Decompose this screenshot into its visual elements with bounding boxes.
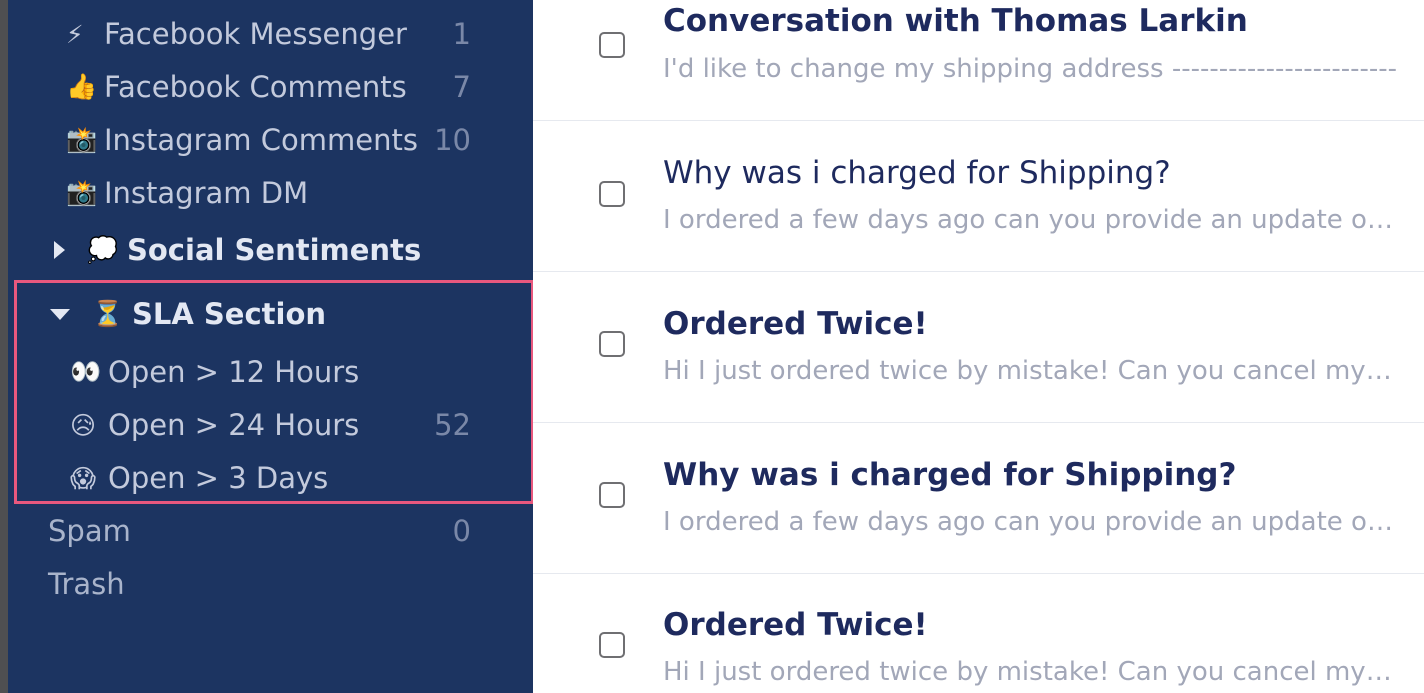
conversation-title: Why was i charged for Shipping? [663, 457, 1237, 493]
eyes-icon: 👀 [70, 357, 102, 386]
sidebar-item-count: 10 [434, 123, 471, 157]
sidebar-item-label: Facebook Messenger [104, 17, 407, 51]
camera-flash-icon: 📸 [66, 125, 98, 154]
conversation-title: Why was i charged for Shipping? [663, 155, 1171, 191]
conversation-preview: I ordered a few days ago can you provide… [663, 507, 1398, 537]
sidebar-item-trash[interactable]: Trash [48, 562, 125, 606]
sidebar-item-count: 0 [452, 514, 471, 548]
conversation-checkbox[interactable] [599, 632, 625, 658]
conversation-checkbox[interactable] [599, 482, 625, 508]
group-label: Social Sentiments [127, 233, 422, 267]
group-sla-section[interactable]: ⏳ SLA Section [50, 291, 326, 337]
conversation-row[interactable]: Why was i charged for Shipping? I ordere… [533, 423, 1424, 574]
conversation-preview: Hi I just ordered twice by mistake! Can … [663, 356, 1398, 386]
conversation-title: Ordered Twice! [663, 607, 928, 643]
conversation-preview: I'd like to change my shipping address -… [663, 54, 1398, 84]
sidebar-item-label: Open > 12 Hours [108, 355, 360, 389]
sidebar-item-facebook-comments[interactable]: 👍 Facebook Comments [66, 65, 407, 109]
sidebar-item-open-24-hours[interactable]: 😥 Open > 24 Hours [70, 403, 359, 447]
thought-bubble-icon: 💭 [87, 235, 119, 264]
sidebar-item-label: Instagram Comments [104, 123, 418, 157]
conversation-row[interactable]: Ordered Twice! Hi I just ordered twice b… [533, 573, 1424, 693]
thumbs-up-icon: 👍 [66, 72, 98, 101]
sidebar-item-label: Trash [48, 567, 125, 601]
sidebar-item-label: Open > 24 Hours [108, 408, 360, 442]
sidebar-item-instagram-dm[interactable]: 📸 Instagram DM [66, 171, 308, 215]
sidebar-item-label: Facebook Comments [104, 70, 407, 104]
conversation-preview: I ordered a few days ago can you provide… [663, 205, 1398, 235]
sidebar-item-count: 7 [452, 70, 471, 104]
conversation-row[interactable]: Ordered Twice! Hi I just ordered twice b… [533, 272, 1424, 423]
sidebar-item-open-12-hours[interactable]: 👀 Open > 12 Hours [70, 350, 359, 394]
sidebar-item-facebook-messenger[interactable]: ⚡ Facebook Messenger [66, 12, 407, 56]
hourglass-icon: ⏳ [92, 299, 124, 328]
sidebar-item-label: Open > 3 Days [108, 461, 329, 495]
conversation-preview: Hi I just ordered twice by mistake! Can … [663, 657, 1398, 687]
sidebar-item-count: 52 [434, 408, 471, 442]
group-label: SLA Section [132, 297, 327, 331]
sidebar: ⚡ Facebook Messenger 1 👍 Facebook Commen… [8, 0, 534, 693]
sidebar-item-label: Spam [48, 514, 131, 548]
caret-right-icon [54, 241, 65, 259]
conversation-checkbox[interactable] [599, 331, 625, 357]
conversation-row[interactable]: Why was i charged for Shipping? I ordere… [533, 121, 1424, 272]
conversation-checkbox[interactable] [599, 32, 625, 58]
sidebar-item-spam[interactable]: Spam [48, 509, 131, 553]
window-edge [0, 0, 8, 693]
camera-flash-icon: 📸 [66, 178, 98, 207]
sidebar-item-count: 1 [452, 17, 471, 51]
conversation-checkbox[interactable] [599, 181, 625, 207]
sidebar-item-label: Instagram DM [104, 176, 309, 210]
app-window: ⚡ Facebook Messenger 1 👍 Facebook Commen… [0, 0, 1424, 693]
sidebar-item-open-3-days[interactable]: 😱 Open > 3 Days [70, 456, 328, 500]
sad-face-icon: 😥 [70, 410, 97, 440]
conversation-title: Conversation with Thomas Larkin [663, 3, 1248, 39]
conversation-list: Conversation with Thomas Larkin I'd like… [533, 0, 1424, 693]
conversation-row[interactable]: Conversation with Thomas Larkin I'd like… [533, 0, 1424, 121]
caret-down-icon [50, 308, 70, 320]
screaming-face-icon: 😱 [70, 463, 97, 493]
group-social-sentiments[interactable]: 💭 Social Sentiments [54, 227, 421, 273]
sidebar-item-instagram-comments[interactable]: 📸 Instagram Comments [66, 118, 418, 162]
lightning-icon: ⚡ [66, 19, 84, 49]
conversation-title: Ordered Twice! [663, 306, 928, 342]
